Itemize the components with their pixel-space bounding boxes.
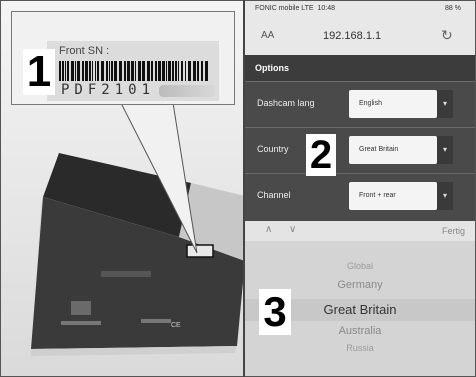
status-bar: FONIC mobile LTE 10:48 88 %	[245, 1, 475, 17]
barcode-bar	[201, 61, 203, 81]
options-header: Options	[245, 55, 475, 81]
barcode-bar	[65, 61, 66, 81]
barcode-bar	[193, 61, 196, 81]
chevron-down-icon[interactable]: ▾	[437, 182, 453, 210]
barcode-bar	[138, 61, 141, 81]
barcode-bar	[77, 61, 80, 81]
barcode-bar	[197, 61, 199, 81]
barcode-bar	[151, 61, 153, 81]
chevron-down-icon[interactable]: ∨	[289, 224, 296, 235]
browser-address-bar[interactable]: AA 192.168.1.1 ↻	[245, 17, 475, 55]
barcode-bar	[127, 61, 130, 81]
barcode-bar	[205, 61, 208, 81]
barcode-bar	[109, 61, 110, 81]
chevron-down-icon[interactable]: ▾	[437, 136, 453, 164]
barcode-icon	[59, 61, 208, 81]
text-size-button[interactable]: AA	[261, 30, 274, 41]
barcode-bar	[59, 61, 61, 81]
callout-number-3: 3	[259, 289, 291, 335]
barcode-bar	[168, 61, 171, 81]
barcode-bar	[71, 61, 74, 81]
barcode-bar	[142, 61, 145, 81]
option-label: Channel	[257, 190, 291, 200]
right-panel-phone-screen: FONIC mobile LTE 10:48 88 % AA 192.168.1…	[245, 1, 475, 376]
barcode-bar	[155, 61, 157, 81]
picker-item[interactable]: Russia	[245, 343, 475, 353]
barcode-bar	[97, 61, 99, 81]
option-row-country: Country Great Britain ▾	[245, 127, 475, 172]
done-button[interactable]: Fertig	[442, 226, 465, 236]
serial-number: PDF2101	[61, 82, 156, 98]
barcode-bar	[82, 61, 84, 81]
barcode-bar	[106, 61, 108, 81]
barcode-bar	[188, 61, 191, 81]
barcode-bar	[114, 61, 117, 81]
barcode-bar	[181, 61, 183, 81]
option-row-channel: Channel Front + rear ▾	[245, 173, 475, 218]
barcode-bar	[111, 61, 113, 81]
barcode-bar	[101, 61, 104, 81]
status-carrier: FONIC mobile LTE 10:48	[255, 5, 336, 12]
barcode-bar	[89, 61, 91, 81]
barcode-bar	[124, 61, 126, 81]
country-select[interactable]: Great Britain	[349, 136, 437, 164]
serial-redacted	[159, 85, 215, 97]
barcode-bar	[75, 61, 76, 81]
barcode-bar	[162, 61, 165, 81]
barcode-bar	[67, 61, 69, 81]
callout-number-1: 1	[23, 49, 55, 95]
option-label: Dashcam lang	[257, 98, 315, 108]
barcode-bar	[119, 61, 122, 81]
chevron-up-icon[interactable]: ∧	[265, 224, 272, 235]
url-text[interactable]: 192.168.1.1	[323, 30, 381, 42]
barcode-bar	[92, 61, 93, 81]
barcode-bar	[158, 61, 161, 81]
barcode-bar	[172, 61, 174, 81]
barcode-bar	[85, 61, 88, 81]
barcode-bar	[135, 61, 136, 81]
barcode-bar	[178, 61, 179, 81]
options-panel: Options Dashcam lang English ▾ Country G…	[245, 55, 475, 221]
barcode-bar	[185, 61, 186, 81]
picker-item[interactable]: Global	[245, 261, 475, 271]
barcode-bar	[131, 61, 134, 81]
barcode-bar	[62, 61, 64, 81]
channel-select[interactable]: Front + rear	[349, 182, 437, 210]
barcode-bar	[175, 61, 177, 81]
chevron-down-icon[interactable]: ▾	[437, 90, 453, 118]
callout-number-2: 2	[306, 134, 336, 176]
picker-toolbar: ∧ ∨ Fertig	[245, 221, 475, 241]
left-panel: CE Front SN : PDF2101 1	[1, 1, 243, 376]
option-label: Country	[257, 144, 289, 154]
barcode-bar	[147, 61, 150, 81]
option-row-dashcam-lang: Dashcam lang English ▾	[245, 81, 475, 126]
dashcam-lang-select[interactable]: English	[349, 90, 437, 118]
front-sn-label: Front SN :	[59, 45, 110, 57]
reload-icon[interactable]: ↻	[441, 27, 453, 44]
barcode-bar	[95, 61, 96, 81]
barcode-bar	[166, 61, 167, 81]
battery-status: 88 %	[445, 5, 461, 12]
